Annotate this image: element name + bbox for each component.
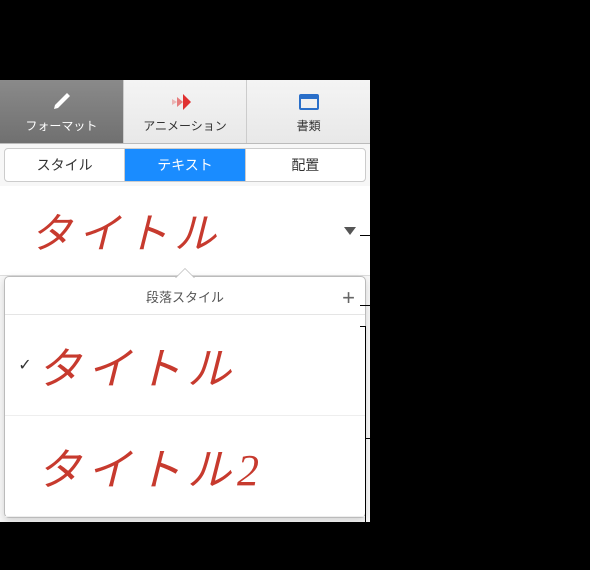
toolbar: フォーマット アニメーション 書類 xyxy=(0,80,370,144)
inspector-tabs: スタイル テキスト 配置 xyxy=(4,148,366,182)
toolbar-format[interactable]: フォーマット xyxy=(0,80,124,143)
chevron-down-icon xyxy=(344,222,356,240)
toolbar-document[interactable]: 書類 xyxy=(247,80,370,143)
paragraph-style-popover: 段落スタイル + ✓ タイトル タイトル2 xyxy=(4,276,366,518)
callout-line-chevron xyxy=(360,235,390,236)
style-item[interactable]: ✓ タイトル xyxy=(5,315,365,416)
popover-header: 段落スタイル + xyxy=(5,277,365,315)
toolbar-document-label: 書類 xyxy=(297,117,321,134)
style-item[interactable]: タイトル2 xyxy=(5,416,365,517)
callout-line-add xyxy=(360,305,390,306)
current-style-name: タイトル xyxy=(30,200,350,261)
paragraph-style-selector[interactable]: タイトル xyxy=(0,186,370,276)
callout-bracket-list xyxy=(360,326,366,550)
tab-arrange[interactable]: 配置 xyxy=(246,149,365,181)
callout-line-top xyxy=(178,0,179,80)
checkmark-icon: ✓ xyxy=(13,355,37,375)
inspector-panel: フォーマット アニメーション 書類 スタイル テキスト xyxy=(0,80,370,522)
popover-title: 段落スタイル xyxy=(146,290,224,305)
style-list: ✓ タイトル タイトル2 xyxy=(5,315,365,517)
add-style-button[interactable]: + xyxy=(342,285,355,311)
tab-style[interactable]: スタイル xyxy=(5,149,125,181)
style-item-label: タイトル2 xyxy=(37,434,265,498)
toolbar-format-label: フォーマット xyxy=(25,117,97,134)
toolbar-animation-label: アニメーション xyxy=(143,117,227,134)
style-item-label: タイトル xyxy=(37,333,237,397)
brush-icon xyxy=(50,90,72,114)
toolbar-animation[interactable]: アニメーション xyxy=(124,80,248,143)
tab-text[interactable]: テキスト xyxy=(125,149,245,181)
animation-icon xyxy=(171,90,199,114)
document-icon xyxy=(299,90,319,114)
